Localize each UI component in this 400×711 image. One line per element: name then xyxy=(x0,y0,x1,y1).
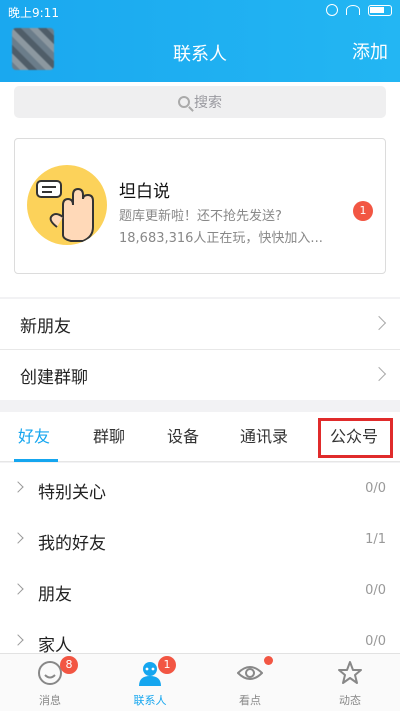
promo-title: 坦白说 xyxy=(119,182,170,202)
tabbar-discover[interactable]: 看点 xyxy=(200,654,300,711)
bottom-tab-bar: 8 消息 1 联系人 看点 动态 xyxy=(0,653,400,711)
alarm-icon xyxy=(326,4,338,16)
highlight-box xyxy=(318,418,393,458)
chevron-right-icon xyxy=(12,634,24,646)
wifi-icon xyxy=(346,5,360,15)
tab-devices[interactable]: 设备 xyxy=(167,412,199,462)
promo-area: 坦白说 题库更新啦！还不抢先发送? 18,683,316人正在玩，快快加入...… xyxy=(0,122,400,297)
tabbar-contacts[interactable]: 1 联系人 xyxy=(100,654,200,711)
tabbar-label: 消息 xyxy=(39,694,61,707)
friend-group-row[interactable]: 我的好友 1/1 xyxy=(0,514,400,565)
notification-dot xyxy=(264,656,273,665)
search-icon xyxy=(178,96,190,108)
top-header: 晚上9:11 联系人 添加 xyxy=(0,0,400,82)
tabbar-label: 动态 xyxy=(339,694,361,707)
star-icon xyxy=(338,661,362,684)
promo-count: 18,683,316人正在玩，快快加入... xyxy=(119,231,323,246)
group-name: 特别关心 xyxy=(38,483,106,503)
contacts-badge: 1 xyxy=(158,656,176,674)
tabbar-label: 联系人 xyxy=(133,694,167,707)
new-friend-label: 新朋友 xyxy=(20,316,71,337)
search-area: 搜索 xyxy=(0,82,400,122)
add-button[interactable]: 添加 xyxy=(352,38,388,64)
messages-badge: 8 xyxy=(60,656,78,674)
tabbar-label: 看点 xyxy=(239,694,261,707)
status-icons xyxy=(326,4,392,16)
create-group-label: 创建群聊 xyxy=(20,367,88,388)
friend-group-row[interactable]: 朋友 0/0 xyxy=(0,565,400,616)
group-name: 朋友 xyxy=(38,585,72,605)
tabbar-moments[interactable]: 动态 xyxy=(300,654,400,711)
chevron-right-icon xyxy=(12,532,24,544)
group-name: 我的好友 xyxy=(38,534,106,554)
tabbar-messages[interactable]: 8 消息 xyxy=(0,654,100,711)
tab-groups[interactable]: 群聊 xyxy=(93,412,125,462)
status-time: 晚上9:11 xyxy=(8,6,59,20)
status-bar: 晚上9:11 xyxy=(0,0,400,22)
group-count: 1/1 xyxy=(365,532,386,547)
group-count: 0/0 xyxy=(365,481,386,496)
create-group-row[interactable]: 创建群聊 xyxy=(0,350,400,400)
group-count: 0/0 xyxy=(365,634,386,649)
promo-logo-icon xyxy=(27,165,107,245)
chevron-right-icon xyxy=(371,366,387,382)
tab-friends[interactable]: 好友 xyxy=(18,412,50,462)
chevron-right-icon xyxy=(12,583,24,595)
search-placeholder: 搜索 xyxy=(194,95,222,111)
promo-description: 题库更新啦！还不抢先发送? xyxy=(119,209,282,224)
new-friend-row[interactable]: 新朋友 xyxy=(0,299,400,349)
eye-icon xyxy=(237,666,263,680)
page-title: 联系人 xyxy=(173,44,227,65)
search-input[interactable]: 搜索 xyxy=(14,86,386,118)
friend-group-row[interactable]: 特别关心 0/0 xyxy=(0,463,400,514)
chevron-right-icon xyxy=(12,481,24,493)
group-count: 0/0 xyxy=(365,583,386,598)
promo-card[interactable]: 坦白说 题库更新啦！还不抢先发送? 18,683,316人正在玩，快快加入...… xyxy=(14,138,386,274)
tab-address-book[interactable]: 通讯录 xyxy=(240,412,288,462)
active-tab-indicator xyxy=(14,459,58,462)
battery-icon xyxy=(368,4,392,16)
chevron-right-icon xyxy=(371,315,387,331)
promo-badge: 1 xyxy=(353,201,373,221)
